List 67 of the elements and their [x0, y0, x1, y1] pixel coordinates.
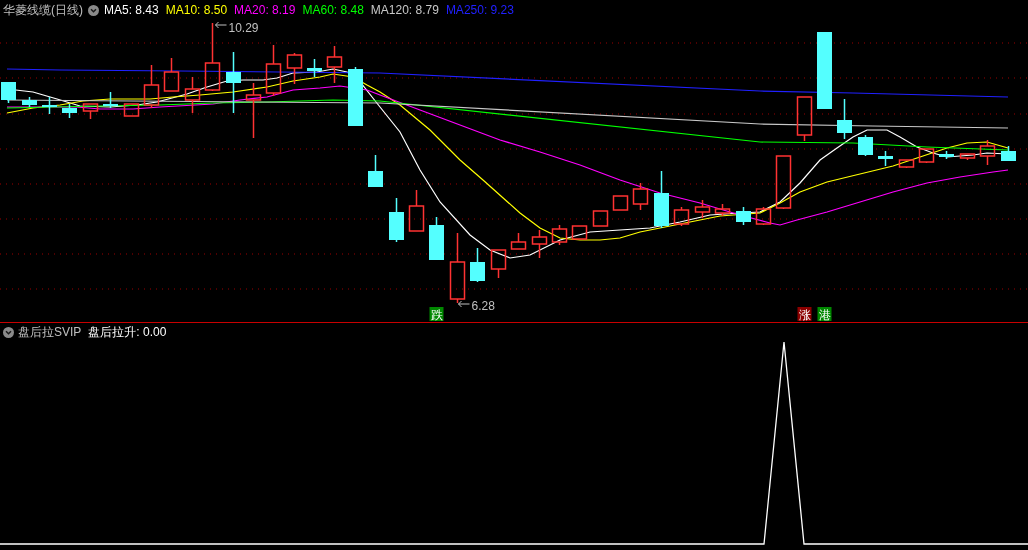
moving-average-value: MA20: 8.19: [234, 4, 296, 16]
candlestick: [898, 159, 915, 169]
candlestick: [775, 155, 792, 210]
arrow-icon: [215, 21, 227, 29]
candlestick: [918, 148, 935, 164]
candlestick: [632, 182, 649, 211]
candlestick: [245, 82, 262, 139]
candlestick: [408, 189, 425, 232]
candlestick: [368, 154, 383, 188]
candlestick: [1, 81, 16, 104]
candlestick: [163, 57, 180, 92]
candlestick: [226, 51, 241, 114]
indicator-title: 盘后拉SVIP: [18, 326, 82, 338]
candlestick: [510, 232, 527, 250]
candlestick: [939, 150, 954, 160]
candlestick: [143, 64, 160, 109]
candlestick: [736, 206, 751, 226]
candlestick: [470, 247, 485, 283]
moving-average-value: MA10: 8.50: [165, 4, 228, 16]
candlestick: [592, 210, 609, 227]
moving-average-value: MA120: 8.79: [370, 4, 439, 16]
candlestick: [348, 66, 363, 127]
candlestick: [265, 44, 282, 97]
candlestick: [326, 45, 343, 84]
candlestick: [878, 150, 893, 167]
price-label: 10.29: [228, 21, 259, 35]
candlestick: [22, 96, 37, 108]
candlestick: [204, 22, 221, 92]
candlestick: [694, 199, 711, 219]
candlestick: [307, 58, 322, 78]
indicator-reading: 盘后拉升: 0.00: [88, 326, 167, 338]
candlestick: [103, 91, 118, 109]
chart-title: 华菱线缆(日线): [3, 4, 83, 16]
chevron-circle-icon[interactable]: [88, 4, 99, 16]
arrow-icon: [458, 300, 470, 308]
candlestick: [531, 229, 548, 259]
candlestick: [571, 225, 588, 240]
candlestick: [959, 153, 976, 161]
candlestick: [62, 103, 77, 119]
candlestick: [979, 139, 996, 166]
price-label: 6.28: [471, 299, 495, 313]
candlestick: [858, 134, 873, 157]
candlestick: [1001, 145, 1016, 162]
signal-badge: 涨: [797, 307, 812, 322]
chevron-circle-icon[interactable]: [3, 326, 14, 338]
candlestick: [612, 195, 629, 211]
signal-badge: 港: [817, 307, 832, 322]
candlestick: [714, 203, 731, 217]
moving-average-value: MA250: 9.23: [445, 4, 514, 16]
moving-average-value: MA60: 8.48: [302, 4, 364, 16]
signal-badge: 跌: [429, 307, 444, 322]
candlestick: [184, 76, 201, 114]
candlestick: [82, 103, 99, 120]
candlestick: [755, 206, 772, 226]
candlestick: [796, 96, 813, 142]
moving-average-value: MA5: 8.43: [104, 4, 159, 16]
candlestick: [123, 103, 140, 117]
candlestick: [42, 96, 57, 115]
candlestick: [449, 232, 466, 304]
candlestick: [673, 206, 690, 227]
candlestick: [389, 197, 404, 243]
candlestick: [429, 216, 444, 261]
candlestick: [490, 249, 507, 279]
candlestick: [551, 224, 568, 246]
candlestick: [837, 98, 852, 140]
candlestick: [654, 170, 669, 229]
candlestick: [286, 52, 303, 85]
